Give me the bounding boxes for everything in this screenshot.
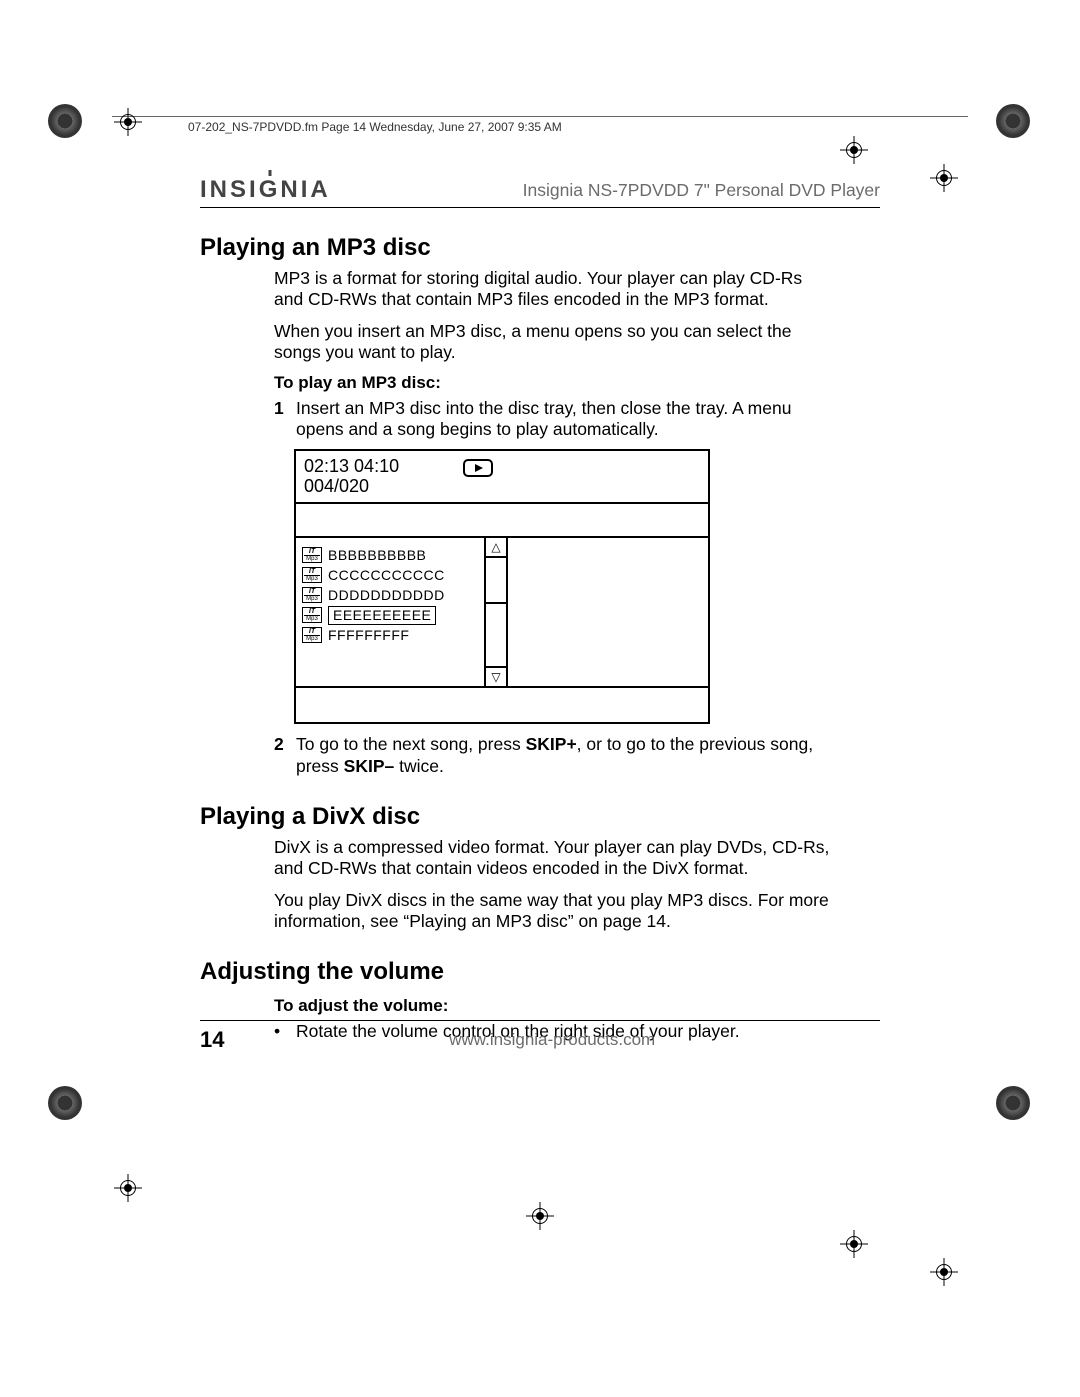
brand-logo: INSIGNIA [200, 176, 331, 204]
divx-para-2: You play DivX discs in the same way that… [274, 890, 834, 933]
crop-rule [112, 116, 968, 117]
file-list: ITMp3 BBBBBBBBBB ITMp3 CCCCCCCCCCC ITMp3… [296, 538, 484, 686]
heading-mp3: Playing an MP3 disc [200, 234, 880, 262]
mp3-badge-icon: ITMp3 [302, 567, 322, 583]
divx-para-1: DivX is a compressed video format. Your … [274, 837, 834, 880]
page-content: INSIGNIA Insignia NS-7PDVDD 7" Personal … [200, 176, 880, 1051]
play-icon [463, 459, 493, 482]
screen-status-row: 02:13 04:10 004/020 [296, 451, 708, 505]
file-name: CCCCCCCCCCC [328, 567, 445, 584]
file-item: ITMp3 DDDDDDDDDDD [302, 586, 478, 604]
step-text: Insert an MP3 disc into the disc tray, t… [296, 398, 834, 441]
mp3-badge-icon: ITMp3 [302, 607, 322, 623]
mp3-subhead: To play an MP3 disc: [274, 373, 834, 394]
mp3-para-2: When you insert an MP3 disc, a menu open… [274, 321, 834, 364]
volume-subhead: To adjust the volume: [274, 996, 834, 1017]
crop-crosshair [840, 136, 868, 164]
mp3-para-1: MP3 is a format for storing digital audi… [274, 268, 834, 311]
scroll-track [486, 558, 506, 666]
file-name: BBBBBBBBBB [328, 547, 426, 564]
file-name: FFFFFFFFF [328, 627, 409, 644]
mp3-step-2: 2 To go to the next song, press SKIP+, o… [274, 734, 834, 777]
product-name: Insignia NS-7PDVDD 7" Personal DVD Playe… [523, 180, 880, 201]
scrollbar: △ ▽ [484, 538, 506, 686]
file-name: DDDDDDDDDDD [328, 587, 445, 604]
screen-time: 02:13 04:10 [304, 457, 399, 477]
page-number: 14 [200, 1027, 224, 1053]
crop-crosshair [840, 1230, 868, 1258]
key-skip-minus: SKIP– [344, 756, 395, 776]
file-item: ITMp3 FFFFFFFFF [302, 626, 478, 644]
screen-blank-row [296, 504, 708, 538]
heading-volume: Adjusting the volume [200, 958, 880, 986]
step-number: 1 [274, 398, 296, 441]
heading-divx: Playing a DivX disc [200, 803, 880, 831]
mp3-badge-icon: ITMp3 [302, 587, 322, 603]
file-item: ITMp3 BBBBBBBBBB [302, 546, 478, 564]
crop-crosshair [114, 1174, 142, 1202]
preview-pane [506, 538, 708, 686]
file-item-selected: ITMp3 EEEEEEEEEE [302, 606, 478, 624]
crop-ornament [48, 1086, 82, 1120]
screen-status-text: 02:13 04:10 004/020 [304, 457, 399, 497]
mp3-step-1: 1 Insert an MP3 disc into the disc tray,… [274, 398, 834, 441]
crop-ornament [996, 104, 1030, 138]
crop-crosshair [526, 1202, 554, 1230]
mp3-menu-screenshot: 02:13 04:10 004/020 ITMp3 BBBBBBBBBB [294, 449, 710, 725]
page-footer: 14 www.insignia-products.com [200, 1020, 880, 1053]
crop-ornament [996, 1086, 1030, 1120]
crop-crosshair [930, 164, 958, 192]
file-name: EEEEEEEEEE [328, 606, 436, 625]
scroll-up-icon: △ [486, 538, 506, 558]
step-text: To go to the next song, press SKIP+, or … [296, 734, 834, 777]
footer-url: www.insignia-products.com [449, 1030, 655, 1050]
screen-list-row: ITMp3 BBBBBBBBBB ITMp3 CCCCCCCCCCC ITMp3… [296, 538, 708, 688]
header-row: INSIGNIA Insignia NS-7PDVDD 7" Personal … [200, 176, 880, 208]
step-number: 2 [274, 734, 296, 777]
screen-track: 004/020 [304, 477, 399, 497]
mp3-body: MP3 is a format for storing digital audi… [274, 268, 834, 777]
key-skip-plus: SKIP+ [526, 734, 577, 754]
crop-crosshair [930, 1258, 958, 1286]
scroll-down-icon: ▽ [486, 666, 506, 686]
mp3-badge-icon: ITMp3 [302, 627, 322, 643]
crop-ornament [48, 104, 82, 138]
print-meta-header: 07-202_NS-7PDVDD.fm Page 14 Wednesday, J… [188, 120, 562, 134]
mp3-badge-icon: ITMp3 [302, 547, 322, 563]
divx-body: DivX is a compressed video format. Your … [274, 837, 834, 932]
crop-crosshair [114, 108, 142, 136]
file-item: ITMp3 CCCCCCCCCCC [302, 566, 478, 584]
screen-bottom-row [296, 688, 708, 722]
